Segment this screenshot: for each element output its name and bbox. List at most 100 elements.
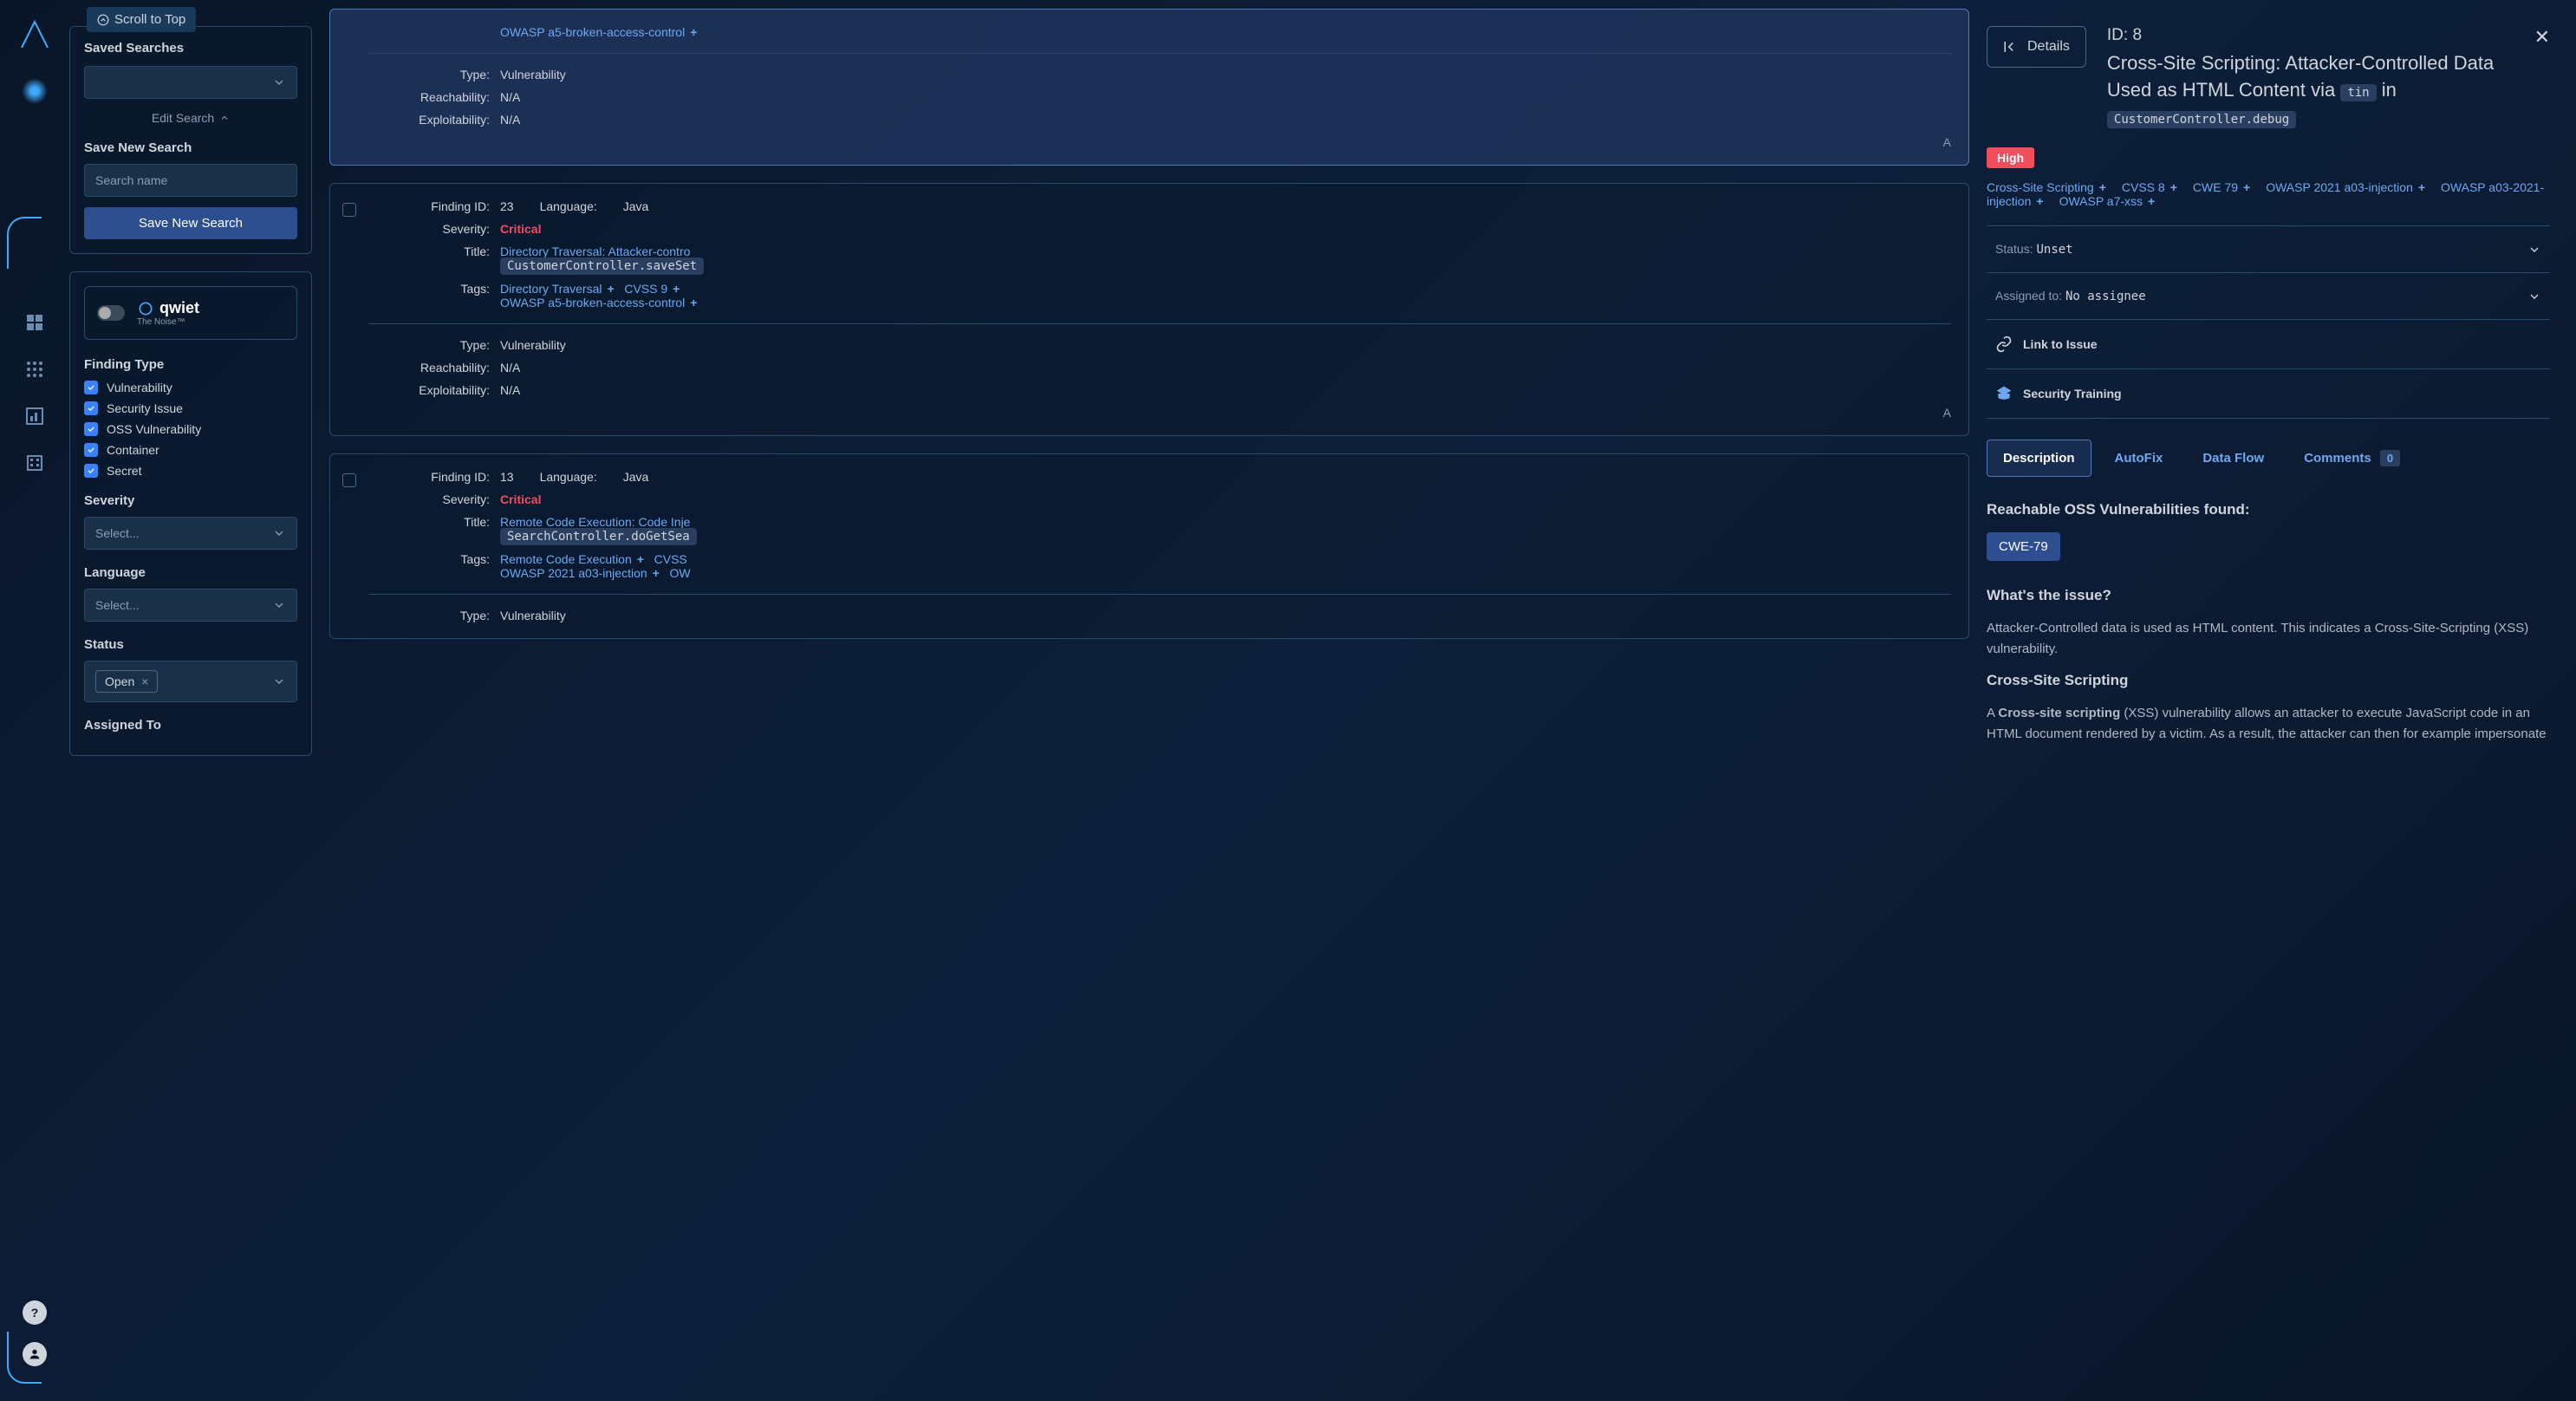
scroll-to-top[interactable]: Scroll to Top <box>87 7 196 32</box>
help-icon[interactable]: ? <box>23 1300 47 1325</box>
exploit-label: Exploitability: <box>368 383 490 397</box>
saved-searches-panel: Saved Searches Edit Search Save New Sear… <box>69 26 312 254</box>
reach-label: Reachability: <box>368 361 490 375</box>
tag-link[interactable]: Directory Traversal <box>500 282 602 296</box>
tag-link[interactable]: OW <box>670 566 691 580</box>
finding-id-value: 23 <box>500 199 514 213</box>
details-tabs: Description AutoFix Data Flow Comments 0 <box>1987 440 2550 477</box>
grid-icon[interactable] <box>24 359 45 380</box>
tab-comments[interactable]: Comments 0 <box>2287 440 2417 477</box>
lang-label: Language: <box>540 199 597 213</box>
add-tag-icon[interactable]: + <box>690 25 697 39</box>
finding-type-label: Container <box>107 443 159 457</box>
checkbox[interactable] <box>84 381 98 394</box>
add-tag-icon[interactable]: + <box>2170 180 2177 194</box>
qwiet-toggle-box: qwiet The Noise™ <box>84 286 297 340</box>
tab-description[interactable]: Description <box>1987 440 2091 477</box>
type-value: Vulnerability <box>500 609 1951 622</box>
language-filter-label: Language <box>84 565 297 580</box>
add-tag-icon[interactable]: + <box>2243 180 2250 194</box>
link-icon <box>1995 336 2013 353</box>
tag-link[interactable]: Cross-Site Scripting <box>1987 180 2094 194</box>
details-back-button[interactable]: Details <box>1987 26 2086 68</box>
decor <box>7 1332 42 1384</box>
search-name-input[interactable] <box>84 164 297 197</box>
finding-card[interactable]: Finding ID: 13 Language: Java Severity: … <box>329 453 1969 639</box>
status-pill[interactable]: Open × <box>95 670 158 693</box>
add-tag-icon[interactable]: + <box>690 296 697 310</box>
qwiet-swirl-icon <box>137 300 154 317</box>
tab-autofix[interactable]: AutoFix <box>2098 440 2180 477</box>
add-tag-icon[interactable]: + <box>2148 194 2155 208</box>
details-id: ID: 8 <box>2107 26 2505 45</box>
finding-type-row: OSS Vulnerability <box>84 422 297 436</box>
checkbox[interactable] <box>84 422 98 436</box>
assigned-accordion[interactable]: Assigned to: No assignee <box>1987 272 2550 319</box>
title-value: Directory Traversal: Attacker-contro Cus… <box>500 244 1951 273</box>
dashboard-icon[interactable] <box>24 312 45 333</box>
finding-type-label: OSS Vulnerability <box>107 422 201 436</box>
saved-search-select[interactable] <box>84 66 297 99</box>
tags-value: Remote Code Execution + CVSS OWASP 2021 a… <box>500 552 1951 580</box>
qwiet-subtitle: The Noise™ <box>137 317 199 327</box>
cwe-badge[interactable]: CWE-79 <box>1987 532 2060 561</box>
add-tag-icon[interactable]: + <box>2099 180 2106 194</box>
tag-link[interactable]: OWASP a5-broken-access-control <box>500 296 685 310</box>
add-tag-icon[interactable]: + <box>2418 180 2425 194</box>
save-new-search-label: Save New Search <box>84 140 297 155</box>
assigned-to-filter-label: Assigned To <box>84 718 297 733</box>
finding-id-label: Finding ID: <box>368 470 490 484</box>
finding-card[interactable]: OWASP a5-broken-access-control+ Type: Vu… <box>329 9 1969 166</box>
tab-dataflow[interactable]: Data Flow <box>2186 440 2280 477</box>
status-accordion[interactable]: Status: Unset <box>1987 225 2550 272</box>
add-tag-icon[interactable]: + <box>637 552 644 566</box>
finding-checkbox[interactable] <box>342 203 356 217</box>
remove-status-icon[interactable]: × <box>141 674 148 688</box>
finding-type-label: Finding Type <box>84 357 297 372</box>
finding-id-label: Finding ID: <box>368 199 490 213</box>
link-to-issue[interactable]: Link to Issue <box>1987 319 2550 368</box>
issue-heading: What's the issue? <box>1987 587 2550 604</box>
tag-link[interactable]: OWASP a5-broken-access-control <box>500 25 685 39</box>
finding-card[interactable]: Finding ID: 23 Language: Java Severity: … <box>329 183 1969 436</box>
checkbox[interactable] <box>84 401 98 415</box>
finding-type-row: Container <box>84 443 297 457</box>
add-tag-icon[interactable]: + <box>673 282 680 296</box>
xss-heading: Cross-Site Scripting <box>1987 672 2550 689</box>
tag-link[interactable]: OWASP 2021 a03-injection <box>2266 180 2413 194</box>
language-select[interactable]: Select... <box>84 589 297 622</box>
severity-select[interactable]: Select... <box>84 517 297 550</box>
tag-link[interactable]: CWE 79 <box>2193 180 2238 194</box>
decor <box>7 217 42 269</box>
finding-checkbox[interactable] <box>342 473 356 487</box>
security-training[interactable]: Security Training <box>1987 368 2550 419</box>
add-tag-icon[interactable]: + <box>653 566 660 580</box>
reach-label: Reachability: <box>368 90 490 104</box>
edit-search-link[interactable]: Edit Search <box>84 111 297 125</box>
status-filter-label: Status <box>84 637 297 652</box>
tag-link[interactable]: OWASP a7-xss <box>2059 194 2143 208</box>
saved-searches-title: Saved Searches <box>84 41 297 55</box>
save-search-button[interactable]: Save New Search <box>84 207 297 239</box>
type-value: Vulnerability <box>500 338 1951 352</box>
qwiet-toggle[interactable] <box>97 305 125 321</box>
checkbox[interactable] <box>84 464 98 478</box>
finding-id-value: 13 <box>500 470 514 484</box>
tag-link[interactable]: OWASP 2021 a03-injection <box>500 566 647 580</box>
checkbox[interactable] <box>84 443 98 457</box>
building-icon[interactable] <box>24 453 45 473</box>
add-tag-icon[interactable]: + <box>607 282 614 296</box>
close-icon[interactable]: ✕ <box>2534 26 2550 49</box>
add-tag-icon[interactable]: + <box>2036 194 2043 208</box>
tag-link[interactable]: Remote Code Execution <box>500 552 632 566</box>
severity-value: Critical <box>500 222 1951 236</box>
status-select[interactable]: Open × <box>84 661 297 702</box>
tag-link[interactable]: CVSS 9 <box>624 282 667 296</box>
lang-value: Java <box>623 199 649 213</box>
finding-type-row: Security Issue <box>84 401 297 415</box>
chart-icon[interactable] <box>24 406 45 427</box>
type-label: Type: <box>368 338 490 352</box>
tag-link[interactable]: CVSS 8 <box>2122 180 2165 194</box>
severity-label: Severity: <box>368 222 490 236</box>
tag-link[interactable]: CVSS <box>654 552 687 566</box>
